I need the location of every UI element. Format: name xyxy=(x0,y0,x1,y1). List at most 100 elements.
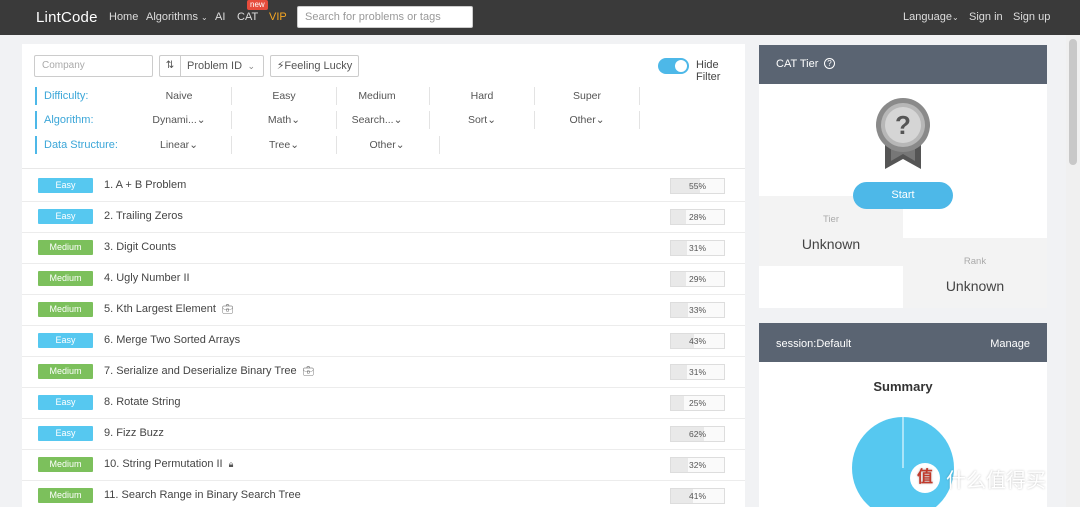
problem-row[interactable]: Easy 8. Rotate String 25% xyxy=(22,388,745,419)
problem-panel: Company ⇅ Problem ID ⌄ ⚡︎Feeling Lucky Hi… xyxy=(22,44,745,507)
filter-dropdown[interactable]: Other⌄ xyxy=(535,111,640,129)
acceptance-rate-bar: 29% xyxy=(670,271,725,287)
acceptance-rate-text: 43% xyxy=(688,336,706,346)
top-navbar: LintCode Home Algorithms ⌄ AI CAT new VI… xyxy=(0,0,1080,35)
chevron-down-icon: ⌄ xyxy=(189,139,198,151)
acceptance-rate-text: 31% xyxy=(688,367,706,377)
problem-title: 11. Search Range in Binary Search Tree xyxy=(104,489,301,501)
nav-ai[interactable]: AI xyxy=(215,11,225,23)
problem-title: 4. Ugly Number II xyxy=(104,272,190,284)
chevron-down-icon: ⌄ xyxy=(290,139,299,151)
acceptance-rate-bar: 43% xyxy=(670,333,725,349)
acceptance-rate-text: 28% xyxy=(688,212,706,222)
question-circle-icon[interactable]: ? xyxy=(824,58,835,69)
problem-title: 2. Trailing Zeros xyxy=(104,210,183,222)
nav-cat[interactable]: CAT xyxy=(237,11,258,23)
problem-row[interactable]: Medium 5. Kth Largest Element 💼︎ 33% xyxy=(22,295,745,326)
nav-home[interactable]: Home xyxy=(109,11,138,23)
nav-vip[interactable]: VIP xyxy=(269,11,287,23)
filter-option[interactable]: Hard xyxy=(430,87,535,105)
filter-dropdown-label: Other xyxy=(369,139,396,151)
problem-row[interactable]: Medium 3. Digit Counts 31% xyxy=(22,233,745,264)
acceptance-rate-text: 32% xyxy=(688,460,706,470)
rank-cell: Rank Unknown xyxy=(903,238,1047,308)
filter-option[interactable]: Super xyxy=(535,87,640,105)
problem-title-link[interactable]: 11. Search Range in Binary Search Tree xyxy=(104,489,301,501)
filter-dropdown[interactable]: Linear⌄ xyxy=(127,136,232,154)
sign-up-link[interactable]: Sign up xyxy=(1013,11,1050,23)
hide-filter-toggle[interactable] xyxy=(658,58,689,74)
filter-dropdown[interactable]: Math⌄ xyxy=(232,111,337,129)
problem-id-select[interactable]: Problem ID ⌄ xyxy=(180,55,264,77)
start-button[interactable]: Start xyxy=(853,182,953,209)
problem-row[interactable]: Easy 6. Merge Two Sorted Arrays 43% xyxy=(22,326,745,357)
problem-title-link[interactable]: 6. Merge Two Sorted Arrays xyxy=(104,334,240,346)
problem-row[interactable]: Medium 10. String Permutation II 🔒︎ 32% xyxy=(22,450,745,481)
data-structure-label: Data Structure: xyxy=(35,136,118,154)
acceptance-rate-bar: 31% xyxy=(670,364,725,380)
sort-order-button[interactable]: ⇅ xyxy=(159,55,180,77)
problem-row[interactable]: Easy 9. Fizz Buzz 62% xyxy=(22,419,745,450)
filter-dropdown[interactable]: Sort⌄ xyxy=(430,111,535,129)
summary-title: Summary xyxy=(873,379,933,394)
search-input[interactable]: Search for problems or tags xyxy=(297,6,473,28)
sign-in-link[interactable]: Sign in xyxy=(969,11,1003,23)
problem-row[interactable]: Easy 1. A + B Problem 55% xyxy=(22,171,745,202)
problem-title: 3. Digit Counts xyxy=(104,241,177,253)
filter-option[interactable]: Naive xyxy=(127,87,232,105)
problem-row[interactable]: Medium 11. Search Range in Binary Search … xyxy=(22,481,745,507)
company-input[interactable]: Company xyxy=(34,55,153,77)
feeling-lucky-label: Feeling Lucky xyxy=(284,60,353,72)
filter-dropdown[interactable]: Other⌄ xyxy=(335,136,440,154)
chevron-down-icon: ⌄ xyxy=(201,13,208,22)
filter-dropdown[interactable]: Search...⌄ xyxy=(325,111,430,129)
manage-link[interactable]: Manage xyxy=(990,338,1030,350)
scrollbar-thumb[interactable] xyxy=(1069,39,1077,165)
problem-title-link[interactable]: 1. A + B Problem xyxy=(104,179,186,191)
nav-algorithms-label: Algorithms xyxy=(146,11,198,23)
briefcase-icon: 💼︎ xyxy=(302,366,315,376)
acceptance-rate-bar: 32% xyxy=(670,457,725,473)
feeling-lucky-button[interactable]: ⚡︎Feeling Lucky xyxy=(270,55,359,77)
session-title: session:Default xyxy=(776,338,852,350)
logo[interactable]: LintCode xyxy=(36,9,98,26)
difficulty-badge: Medium xyxy=(38,271,93,286)
acceptance-rate-bar: 25% xyxy=(670,395,725,411)
problem-id-select-label: Problem ID xyxy=(187,60,243,72)
filter-option[interactable]: Medium xyxy=(325,87,430,105)
chevron-down-icon: ⌄ xyxy=(395,139,405,151)
difficulty-label: Difficulty: xyxy=(35,87,88,105)
language-label: Language xyxy=(903,11,952,23)
filter-dropdown-label: Dynami... xyxy=(152,114,197,126)
problem-title-link[interactable]: 3. Digit Counts xyxy=(104,241,176,253)
problem-title-link[interactable]: 8. Rotate String xyxy=(104,396,180,408)
acceptance-rate-bar: 33% xyxy=(670,302,725,318)
problem-title-link[interactable]: 10. String Permutation II 🔒︎ xyxy=(104,458,233,470)
problem-title-link[interactable]: 5. Kth Largest Element 💼︎ xyxy=(104,303,233,315)
problem-title-link[interactable]: 2. Trailing Zeros xyxy=(104,210,183,222)
problem-row[interactable]: Medium 4. Ugly Number II 29% xyxy=(22,264,745,295)
acceptance-rate-text: 33% xyxy=(688,305,706,315)
algorithm-filter-row: Algorithm: Dynami...⌄ Math⌄ Search...⌄ S… xyxy=(35,111,745,129)
filter-dropdown[interactable]: Tree⌄ xyxy=(232,136,337,154)
difficulty-badge: Easy xyxy=(38,395,93,410)
language-menu[interactable]: Language⌄ xyxy=(903,11,959,23)
nav-algorithms[interactable]: Algorithms ⌄ xyxy=(146,11,208,23)
problem-row[interactable]: Easy 2. Trailing Zeros 28% xyxy=(22,202,745,233)
acceptance-rate-text: 41% xyxy=(688,491,706,501)
filter-dropdown[interactable]: Dynami...⌄ xyxy=(127,111,232,129)
watermark-logo: 值 xyxy=(910,463,940,493)
acceptance-rate-bar: 28% xyxy=(670,209,725,225)
difficulty-badge: Medium xyxy=(38,302,93,317)
question-medal-icon: ? xyxy=(875,97,931,172)
filter-option[interactable]: Easy xyxy=(232,87,337,105)
problem-title-link[interactable]: 9. Fizz Buzz xyxy=(104,427,164,439)
problem-row[interactable]: Medium 7. Serialize and Deserialize Binar… xyxy=(22,357,745,388)
watermark-text: 什么值得买 xyxy=(946,469,1046,492)
difficulty-badge: Medium xyxy=(38,488,93,503)
page-scrollbar[interactable] xyxy=(1066,35,1080,507)
problem-title-link[interactable]: 4. Ugly Number II xyxy=(104,272,190,284)
difficulty-filter-row: Difficulty: Naive Easy Medium Hard Super xyxy=(35,87,745,105)
filter-dropdown-label: Tree xyxy=(268,139,291,151)
problem-title-link[interactable]: 7. Serialize and Deserialize Binary Tree… xyxy=(104,365,314,377)
